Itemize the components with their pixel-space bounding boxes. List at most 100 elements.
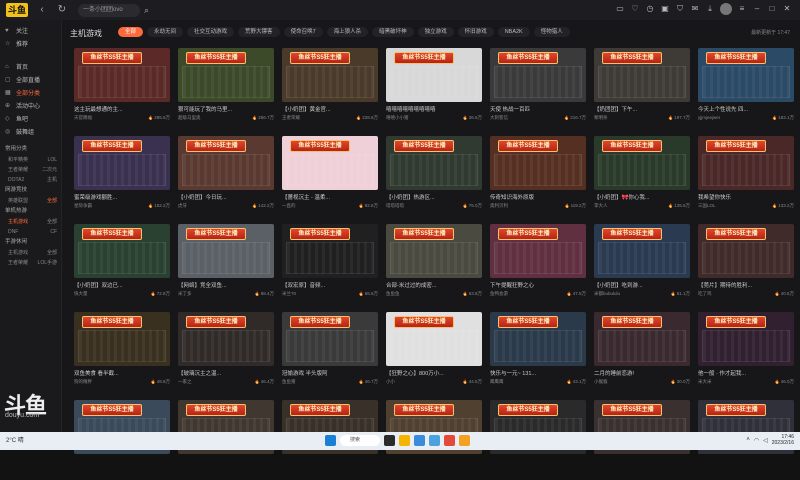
stream-thumbnail[interactable]: 鱼丝节S5狂主播	[74, 136, 170, 190]
search-input[interactable]: 一条小团团ovo	[78, 3, 140, 17]
tab[interactable]: NBA2K	[497, 27, 530, 37]
weather-widget[interactable]: 2°C 晴	[6, 435, 24, 444]
more-icon[interactable]: ≡	[737, 4, 747, 14]
shirt-icon[interactable]: ⛉	[675, 4, 685, 14]
stream-title[interactable]: 蜜荣级游戏额胜...	[74, 193, 170, 201]
tab[interactable]: 怪物猎人	[533, 27, 570, 37]
stream-title[interactable]: 【网络】竞全双鱼...	[178, 281, 274, 289]
streamer-name[interactable]: 米兰70	[282, 291, 296, 297]
refresh-icon[interactable]: ↻	[56, 4, 68, 16]
stream-thumbnail[interactable]: 鱼丝节S5狂主播	[594, 224, 690, 278]
stream-thumbnail[interactable]: 鱼丝节S5狂主播	[490, 224, 586, 278]
explorer-icon[interactable]	[399, 435, 410, 446]
minimize-icon[interactable]: –	[752, 4, 762, 14]
stream-thumbnail[interactable]: 鱼丝节S5狂主播	[698, 312, 794, 366]
stream-card[interactable]: 鱼丝节S5狂主播冠愉游戏 半头版阿鱼鱼猪 46.7万	[282, 312, 378, 392]
stream-title[interactable]: 【小奶团】🎀你心我...	[594, 193, 690, 201]
heart-icon[interactable]: ♡	[630, 4, 640, 14]
streamer-name[interactable]: 虎牙	[178, 203, 187, 209]
stream-card[interactable]: 鱼丝节S5狂主播【小奶团】黄金官... 王者荣耀 228.6万	[282, 48, 378, 128]
stream-thumbnail[interactable]: 鱼丝节S5狂主播	[74, 312, 170, 366]
streamer-name[interactable]: 鱼鱼猪	[282, 379, 296, 385]
stream-card[interactable]: 鱼丝节S5狂主播二月的睡前恋游! 小猴猴 30.0万	[594, 312, 690, 392]
stream-thumbnail[interactable]: 鱼丝节S5狂主播	[698, 224, 794, 278]
stream-thumbnail[interactable]: 鱼丝节S5狂主播	[490, 136, 586, 190]
stream-thumbnail[interactable]: 鱼丝节S5狂主播	[386, 136, 482, 190]
wifi-icon[interactable]: ◠	[754, 437, 759, 444]
stream-thumbnail[interactable]: 鱼丝节S5狂主播	[282, 136, 378, 190]
stream-card[interactable]: 鱼丝节S5狂主播下午提醒狂野之心鱼鸭会游 47.5万	[490, 224, 586, 304]
stream-card[interactable]: 鱼丝节S5狂主播传奇知识海外原版奥利贝利 119.2万	[490, 136, 586, 216]
stream-thumbnail[interactable]: 鱼丝节S5狂主播	[594, 48, 690, 102]
stream-thumbnail[interactable]: 鱼丝节S5狂主播	[594, 136, 690, 190]
avatar[interactable]	[720, 3, 732, 15]
streamer-name[interactable]: 黎明杀	[594, 115, 608, 121]
streamer-name[interactable]: 鱼鸭会游	[490, 291, 508, 297]
volume-icon[interactable]: ◁	[763, 437, 768, 444]
sidebar-sub-item[interactable]: DOTA2	[8, 175, 24, 185]
stream-card[interactable]: 鱼丝节S5狂主播【双宏原】音频... 米兰70 65.6万	[282, 224, 378, 304]
streamer-name[interactable]: 大刺客信	[490, 115, 508, 121]
streamer-name[interactable]: 一家之	[178, 379, 192, 385]
streamer-name[interactable]: yjjmjeejwer	[698, 115, 720, 120]
taskbar-search[interactable]: 搜索	[340, 435, 380, 446]
sidebar-sub-item[interactable]: LOL	[48, 155, 57, 165]
restore-icon[interactable]: ▭	[615, 4, 625, 14]
streamer-name[interactable]: 小猴猴	[594, 379, 608, 385]
stream-thumbnail[interactable]: 鱼丝节S5狂主播	[594, 312, 690, 366]
sidebar-item-all-live[interactable]: ▢ 全部直播	[0, 73, 61, 86]
stream-title[interactable]: 二月的睡前恋游!	[594, 369, 690, 377]
sidebar-sub-item[interactable]: DNF	[8, 227, 18, 237]
streamer-name[interactable]: 小小	[386, 379, 395, 385]
stream-card[interactable]: 鱼丝节S5狂主播合部-米过过的成密... 鱼鱼鱼 53.8万	[386, 224, 482, 304]
sidebar-sub-item[interactable]: 英雄联盟	[8, 196, 28, 206]
stream-thumbnail[interactable]: 鱼丝节S5狂主播	[178, 312, 274, 366]
stream-card[interactable]: 鱼丝节S5狂主播蜜荣级游戏额胜... 星际争霸 152.2万	[74, 136, 170, 216]
tab[interactable]: 独立游戏	[417, 27, 454, 37]
stream-card[interactable]: 鱼丝节S5狂主播【蔷视沉主 - 温柔... 一直的 92.6万	[282, 136, 378, 216]
stream-title[interactable]: 狠可能玩了我的马里...	[178, 105, 274, 113]
stream-card[interactable]: 鱼丝节S5狂主播【狂野之心】800万小... 小小 44.5万	[386, 312, 482, 392]
stream-card[interactable]: 鱼丝节S5狂主播【小奶团】双边已... 快大量 72.8万	[74, 224, 170, 304]
sidebar-subrow[interactable]: 王者荣耀 LOL手游	[0, 258, 61, 268]
sidebar-sub-item[interactable]: 主机游戏	[8, 248, 28, 258]
sidebar-item-fishbar[interactable]: ◇ 鱼吧	[0, 112, 61, 125]
stream-title[interactable]: 他一般 · 作才起我...	[698, 369, 794, 377]
streamer-name[interactable]: 吃了鸡	[698, 291, 712, 297]
stream-thumbnail[interactable]: 鱼丝节S5狂主播	[282, 48, 378, 102]
gift-icon[interactable]: ▣	[660, 4, 670, 14]
stream-title[interactable]: 天使 热战一百匹	[490, 105, 586, 113]
stream-card[interactable]: 鱼丝节S5狂主播今天上个性说先 四... yjjmjeejwer 183.1万	[698, 48, 794, 128]
sidebar-subrow[interactable]: 英雄联盟 全部	[0, 196, 61, 206]
stream-title[interactable]: 【小奶团】热游区...	[386, 193, 482, 201]
stream-card[interactable]: 鱼丝节S5狂主播【小奶团】热游区... 塔塔塔塔 75.0万	[386, 136, 482, 216]
stream-card[interactable]: 鱼丝节S5狂主播双鱼美食 看半截... 狗的精胖 48.8万	[74, 312, 170, 392]
streamer-name[interactable]: 鹰鹰鹰	[490, 379, 504, 385]
stream-title[interactable]: 【玻璃沉主之温...	[178, 369, 274, 377]
stream-card[interactable]: 鱼丝节S5狂主播【玻璃沉主之温... 一家之 46.4万	[178, 312, 274, 392]
tab[interactable]: 海上狼人杀	[326, 27, 369, 37]
sidebar-sub-item[interactable]: 二次元	[42, 165, 57, 175]
stream-card[interactable]: 鱼丝节S5狂主播天使 热战一百匹大刺客信 216.7万	[490, 48, 586, 128]
tab[interactable]: 怀旧游戏	[457, 27, 494, 37]
streamer-name[interactable]: 王者荣耀	[282, 115, 300, 121]
stream-title[interactable]: 嘻嘻嘻嘻嘻嘻嘻嘻嘻	[386, 105, 482, 113]
streamer-name[interactable]: 鱼鱼鱼	[386, 291, 400, 297]
stream-thumbnail[interactable]: 鱼丝节S5狂主播	[490, 312, 586, 366]
stream-card[interactable]: 鱼丝节S5狂主播【小奶团】吃到游... 米都bubululu 51.1万	[594, 224, 690, 304]
stream-thumbnail[interactable]: 鱼丝节S5狂主播	[698, 136, 794, 190]
stream-title[interactable]: 【莞片】期待的胜利...	[698, 281, 794, 289]
stream-title[interactable]: 【小奶团】今日玩...	[178, 193, 274, 201]
tray-chevron-icon[interactable]: ˄	[746, 437, 750, 443]
sidebar-subrow[interactable]: 和平精英 LOL	[0, 155, 61, 165]
tab-all[interactable]: 全部	[118, 27, 144, 37]
sidebar-sub-item[interactable]: LOL手游	[38, 258, 57, 268]
stream-title[interactable]: 【小奶团】黄金官...	[282, 105, 378, 113]
stream-title[interactable]: 今天上个性说先 四...	[698, 105, 794, 113]
stream-title[interactable]: 合部-米过过的成密...	[386, 281, 482, 289]
sidebar-sub-item[interactable]: 和平精英	[8, 155, 28, 165]
stream-title[interactable]: 【双宏原】音频...	[282, 281, 378, 289]
streamer-name[interactable]: 星际争霸	[74, 203, 92, 209]
stream-thumbnail[interactable]: 鱼丝节S5狂主播	[386, 224, 482, 278]
stream-title[interactable]: 这主玩最想通的主...	[74, 105, 170, 113]
